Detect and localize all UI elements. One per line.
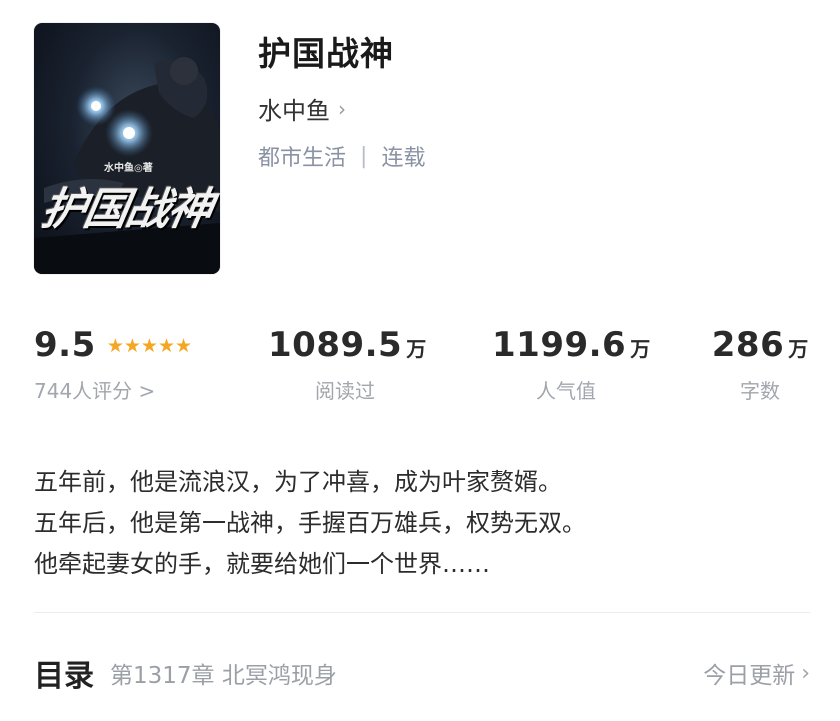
chevron-right-icon: › [801, 660, 810, 686]
popularity-label: 人气值 [536, 379, 596, 403]
toc-row[interactable]: 目录 第1317章 北冥鸿现身 今日更新 › [34, 650, 810, 696]
words-value: 286 [711, 325, 785, 365]
author-name: 水中鱼 [258, 97, 330, 125]
toc-title: 目录 [34, 659, 94, 694]
stat-words: 286 万 字数 [710, 325, 810, 404]
rating-number-row: 9.5 ★ ★ ★ ★ ★ [34, 325, 192, 365]
read-label: 阅读过 [315, 379, 375, 403]
popularity-unit: 万 [630, 337, 651, 361]
stats-row: 9.5 ★ ★ ★ ★ ★ 744人评分 > 1089.5 万 阅读过 1199.… [34, 325, 810, 415]
intro-line: 五年前，他是流浪汉，为了冲喜，成为叶家赘婿。 [34, 468, 562, 496]
star-icon: ★ [140, 335, 158, 357]
category-tag[interactable]: 都市生活 [258, 140, 346, 172]
meta-separator: | [360, 143, 368, 169]
star-icon: ★ [175, 335, 193, 357]
cover-title-text: 护国战神 [37, 184, 215, 235]
chevron-right-icon: › [338, 96, 346, 121]
update-label: 今日更新 [703, 663, 796, 689]
popularity-number-row: 1199.6 万 [492, 325, 650, 365]
intro-line: 五年后，他是第一战神，手握百万雄兵，权势无双。 [34, 509, 586, 537]
stat-popularity: 1199.6 万 人气值 [492, 325, 650, 404]
book-title: 护国战神 [258, 34, 394, 73]
read-unit: 万 [406, 337, 427, 361]
latest-chapter: 第1317章 北冥鸿现身 [110, 663, 337, 689]
star-icon: ★ [106, 335, 124, 357]
divider [34, 612, 810, 613]
status-tag: 连载 [381, 146, 426, 171]
star-icon: ★ [157, 335, 176, 357]
author-link[interactable]: 水中鱼 › [258, 91, 346, 126]
star-icon: ★ [123, 335, 141, 357]
rating-count-link[interactable]: 744人评分 > [34, 375, 192, 404]
rating-value: 9.5 [34, 325, 96, 365]
stat-rating[interactable]: 9.5 ★ ★ ★ ★ ★ 744人评分 > [34, 325, 192, 404]
popularity-value: 1199.6 [492, 325, 627, 365]
cover-author-text: 水中鱼◎著 [104, 163, 153, 174]
intro-line: 他牵起妻女的手，就要给她们一个世界…… [34, 550, 490, 578]
stat-read: 1089.5 万 阅读过 [268, 325, 426, 404]
words-unit: 万 [788, 337, 809, 361]
read-number-row: 1089.5 万 [268, 325, 426, 365]
book-cover[interactable]: 水中鱼◎著 护国战神 [34, 23, 220, 274]
book-header: 水中鱼◎著 护国战神 护国战神 水中鱼 › 都市生活 | 连载 [34, 23, 814, 275]
book-meta: 都市生活 | 连载 [258, 140, 425, 172]
words-number-row: 286 万 [710, 325, 810, 365]
book-intro[interactable]: 五年前，他是流浪汉，为了冲喜，成为叶家赘婿。 五年后，他是第一战神，手握百万雄兵… [34, 462, 810, 585]
read-value: 1089.5 [268, 325, 403, 365]
words-label: 字数 [740, 379, 780, 403]
update-status: 今日更新 › [703, 656, 810, 690]
rating-stars: ★ ★ ★ ★ ★ [107, 335, 192, 357]
